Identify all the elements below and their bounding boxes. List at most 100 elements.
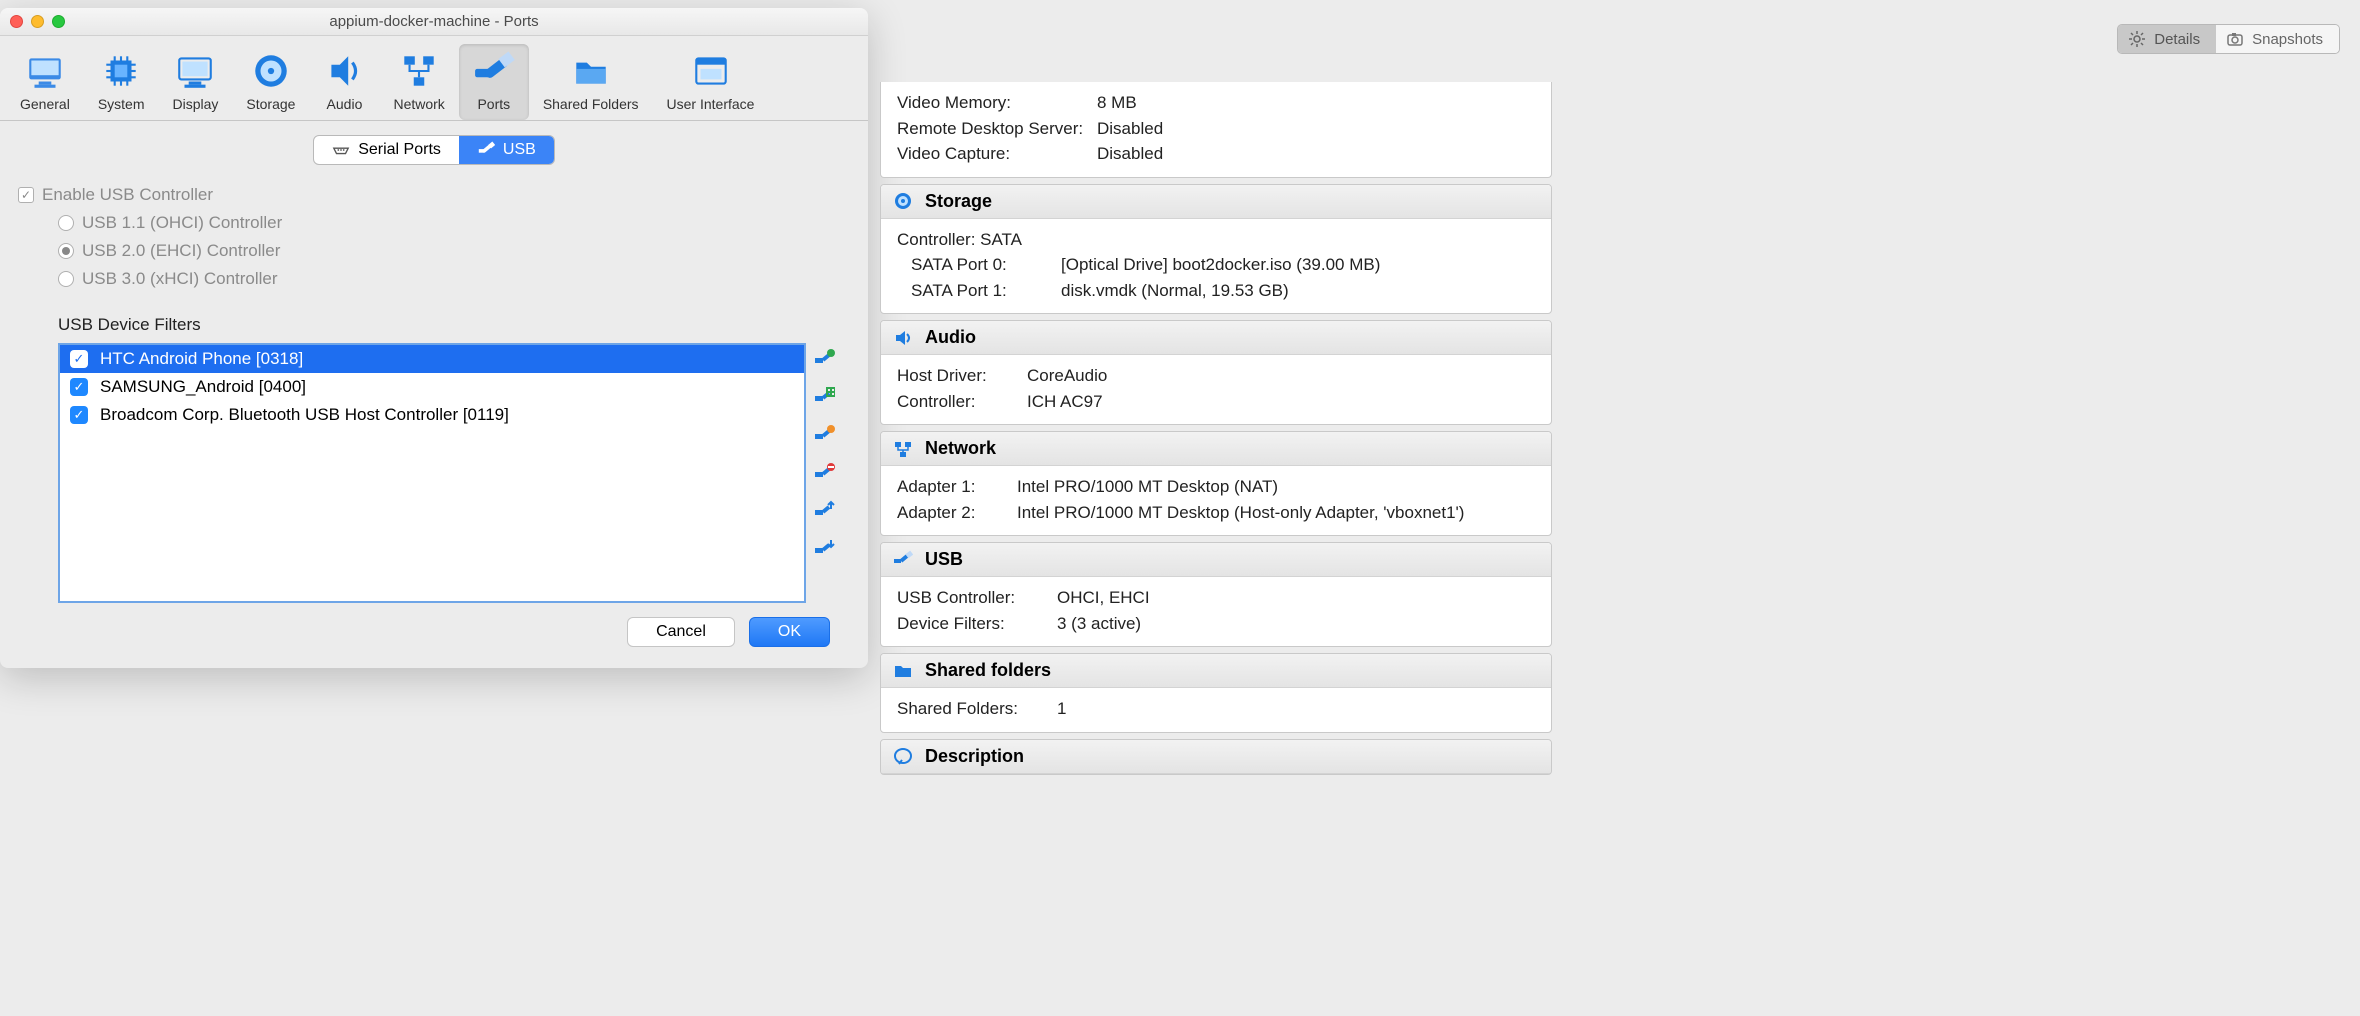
toggle-label: Snapshots xyxy=(2252,31,2323,48)
info-value: 8 MB xyxy=(1097,90,1137,116)
enable-usb-label: Enable USB Controller xyxy=(42,185,213,205)
add-from-device-button[interactable] xyxy=(812,385,836,409)
folder-icon xyxy=(570,50,612,92)
titlebar: appium-docker-machine - Ports xyxy=(0,8,868,36)
info-value: Disabled xyxy=(1097,141,1163,167)
usb11-label: USB 1.1 (OHCI) Controller xyxy=(82,213,282,233)
remove-filter-button[interactable] xyxy=(812,461,836,485)
tab-system[interactable]: System xyxy=(84,44,159,120)
speaker-icon xyxy=(893,328,913,348)
snapshots-toggle[interactable]: Snapshots xyxy=(2216,25,2339,53)
close-icon[interactable] xyxy=(10,15,23,28)
traffic-lights xyxy=(10,15,65,28)
section-title: Network xyxy=(925,438,996,459)
usb-filters-list[interactable]: ✓ HTC Android Phone [0318] ✓ SAMSUNG_And… xyxy=(58,343,806,603)
checkbox-icon[interactable] xyxy=(18,187,34,203)
zoom-icon[interactable] xyxy=(52,15,65,28)
usb11-row[interactable]: USB 1.1 (OHCI) Controller xyxy=(58,213,850,233)
radio-icon[interactable] xyxy=(58,271,74,287)
minimize-icon[interactable] xyxy=(31,15,44,28)
filter-name: SAMSUNG_Android [0400] xyxy=(100,377,306,397)
checkbox-icon[interactable]: ✓ xyxy=(70,350,88,368)
radio-icon[interactable] xyxy=(58,215,74,231)
tab-label: Storage xyxy=(246,96,295,112)
ok-button[interactable]: OK xyxy=(749,617,830,647)
usb30-label: USB 3.0 (xHCI) Controller xyxy=(82,269,278,289)
tab-storage[interactable]: Storage xyxy=(232,44,309,120)
tab-audio[interactable]: Audio xyxy=(309,44,379,120)
info-row: Remote Desktop Server:Disabled xyxy=(897,116,1535,142)
description-icon xyxy=(893,746,913,766)
info-row: Controller:ICH AC97 xyxy=(897,389,1535,415)
info-row: SATA Port 0:[Optical Drive] boot2docker.… xyxy=(897,252,1535,278)
info-value: disk.vmdk (Normal, 19.53 GB) xyxy=(1061,278,1289,304)
info-key: USB Controller: xyxy=(897,585,1057,611)
info-row: Adapter 1:Intel PRO/1000 MT Desktop (NAT… xyxy=(897,474,1535,500)
tab-label: Network xyxy=(393,96,444,112)
section-header[interactable]: Description xyxy=(881,740,1551,774)
window-title: appium-docker-machine - Ports xyxy=(0,13,868,30)
tab-general[interactable]: General xyxy=(6,44,84,120)
tab-network[interactable]: Network xyxy=(379,44,458,120)
tab-serial-ports[interactable]: Serial Ports xyxy=(314,136,459,164)
enable-usb-row[interactable]: Enable USB Controller xyxy=(18,185,850,205)
section-header[interactable]: USB xyxy=(881,543,1551,577)
section-header[interactable]: Shared folders xyxy=(881,654,1551,688)
section-header[interactable]: Audio xyxy=(881,321,1551,355)
serial-icon xyxy=(332,141,350,159)
usb-filter-row[interactable]: ✓ HTC Android Phone [0318] xyxy=(60,345,804,373)
port-tabs: Serial Ports USB xyxy=(313,135,555,165)
cancel-button[interactable]: Cancel xyxy=(627,617,735,647)
tab-ports[interactable]: Ports xyxy=(459,44,529,120)
info-value: Intel PRO/1000 MT Desktop (NAT) xyxy=(1017,474,1278,500)
usb20-row[interactable]: USB 2.0 (EHCI) Controller xyxy=(58,241,850,261)
camera-icon xyxy=(2226,30,2244,48)
display-section: Video Memory:8 MB Remote Desktop Server:… xyxy=(880,82,1552,178)
dialog-buttons: Cancel OK xyxy=(18,603,850,663)
storage-controller: Controller: SATA xyxy=(897,227,1535,253)
tab-label: USB xyxy=(503,141,536,159)
filter-name: HTC Android Phone [0318] xyxy=(100,349,303,369)
shared-folders-section: Shared folders Shared Folders:1 xyxy=(880,653,1552,733)
details-toggle[interactable]: Details xyxy=(2118,25,2216,53)
info-key: SATA Port 0: xyxy=(911,252,1061,278)
usb-filter-row[interactable]: ✓ Broadcom Corp. Bluetooth USB Host Cont… xyxy=(60,401,804,429)
tab-label: Audio xyxy=(327,96,363,112)
section-header[interactable]: Storage xyxy=(881,185,1551,219)
toggle-label: Details xyxy=(2154,31,2200,48)
info-row: USB Controller:OHCI, EHCI xyxy=(897,585,1535,611)
section-title: Audio xyxy=(925,327,976,348)
storage-section: Storage Controller: SATA SATA Port 0:[Op… xyxy=(880,184,1552,315)
usb-filter-row[interactable]: ✓ SAMSUNG_Android [0400] xyxy=(60,373,804,401)
radio-icon[interactable] xyxy=(58,243,74,259)
tab-display[interactable]: Display xyxy=(159,44,233,120)
info-row: Device Filters:3 (3 active) xyxy=(897,611,1535,637)
folder-icon xyxy=(893,661,913,681)
info-key: Device Filters: xyxy=(897,611,1057,637)
info-row: Adapter 2:Intel PRO/1000 MT Desktop (Hos… xyxy=(897,500,1535,526)
monitor-icon xyxy=(24,50,66,92)
move-filter-up-button[interactable] xyxy=(812,499,836,523)
tab-shared-folders[interactable]: Shared Folders xyxy=(529,44,653,120)
window-icon xyxy=(690,50,732,92)
tab-label: User Interface xyxy=(667,96,755,112)
vm-info-panel: Video Memory:8 MB Remote Desktop Server:… xyxy=(880,82,1552,781)
description-section: Description xyxy=(880,739,1552,775)
usb-filter-buttons xyxy=(812,343,836,603)
info-row: Host Driver:CoreAudio xyxy=(897,363,1535,389)
tab-user-interface[interactable]: User Interface xyxy=(653,44,769,120)
section-header[interactable]: Network xyxy=(881,432,1551,466)
view-toggle: Details Snapshots xyxy=(2117,24,2340,54)
tab-label: General xyxy=(20,96,70,112)
display-icon xyxy=(174,50,216,92)
move-filter-down-button[interactable] xyxy=(812,537,836,561)
tab-label: Shared Folders xyxy=(543,96,639,112)
checkbox-icon[interactable]: ✓ xyxy=(70,406,88,424)
gear-icon xyxy=(2128,30,2146,48)
usb-filters-area: ✓ HTC Android Phone [0318] ✓ SAMSUNG_And… xyxy=(58,343,836,603)
usb30-row[interactable]: USB 3.0 (xHCI) Controller xyxy=(58,269,850,289)
checkbox-icon[interactable]: ✓ xyxy=(70,378,88,396)
edit-filter-button[interactable] xyxy=(812,423,836,447)
tab-usb[interactable]: USB xyxy=(459,136,554,164)
add-empty-filter-button[interactable] xyxy=(812,347,836,371)
